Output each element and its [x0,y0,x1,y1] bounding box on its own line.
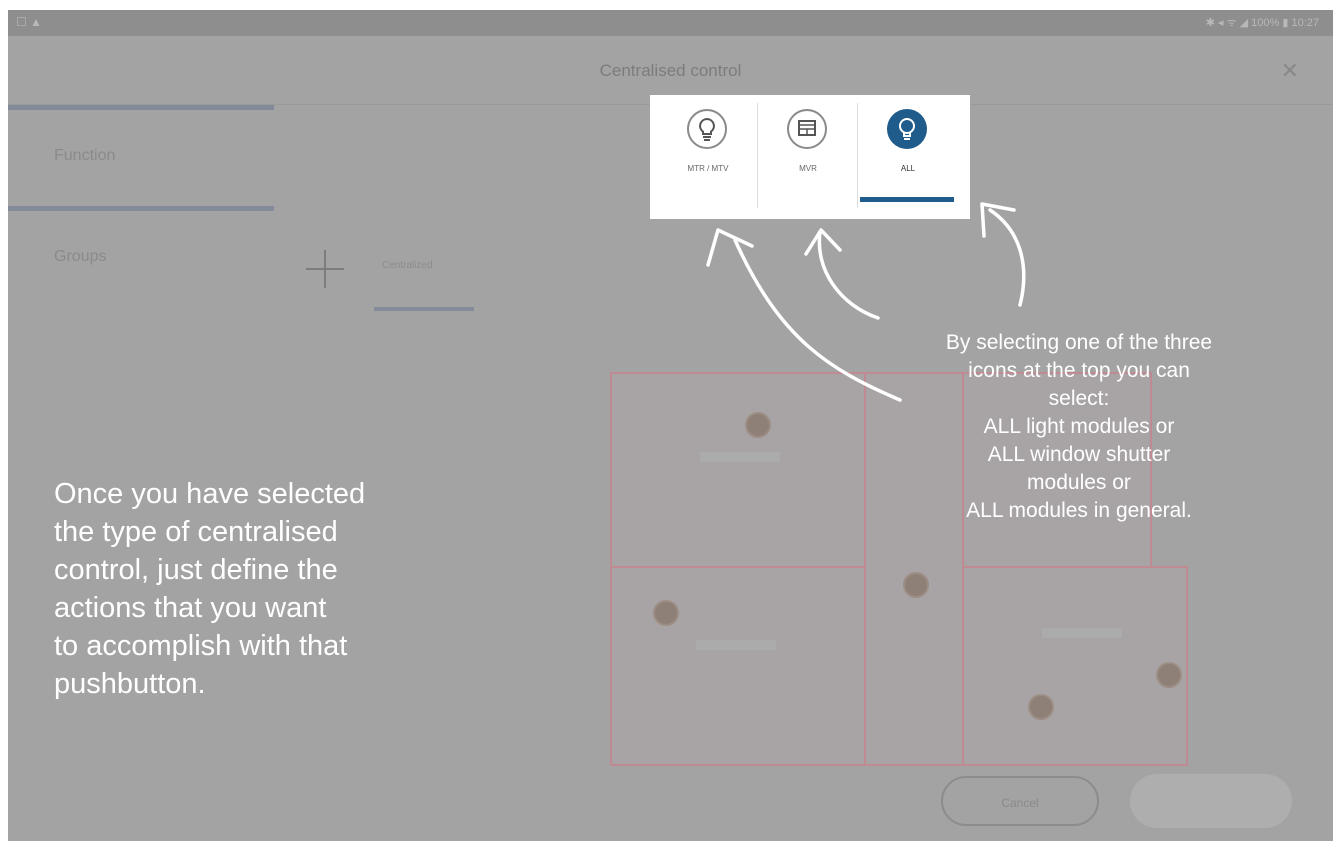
page-title: Centralised control [599,61,742,80]
tab-label: ALL [900,164,916,173]
window-shutter-icon [787,109,827,149]
callout-line: actions that you want [54,592,327,624]
callout-line: control, just define the [54,554,338,586]
group-tab-centralized[interactable]: Centralized [374,250,474,314]
light-module-icon[interactable] [903,572,929,598]
callout-line: select: [1048,387,1110,410]
confirm-button[interactable] [1130,774,1292,828]
tab-mtr-mtv[interactable]: MTR / MTV [658,103,758,208]
callout-line: By selecting one of the three [945,331,1213,354]
room[interactable] [610,566,868,766]
shutter-module-icon[interactable] [1028,694,1054,720]
tab-all[interactable]: ALL [858,103,958,208]
sidebar-item-label: Groups [54,248,107,265]
callout-line: the type of centralised [54,516,338,548]
sidebar-divider [8,206,274,211]
room[interactable] [962,566,1188,766]
group-tab-underline [374,307,474,311]
module-type-selector: MTR / MTV MVR ALL [650,95,970,219]
callout-line: pushbutton. [54,668,206,700]
shutter-module-icon[interactable] [1156,662,1182,688]
tab-mvr[interactable]: MVR [758,103,858,208]
cancel-button[interactable]: Cancel [941,776,1099,826]
callout-line: ALL window shutter [987,443,1171,466]
room[interactable] [610,372,868,576]
callout-line: to accomplish with that [54,630,348,662]
selected-tab-indicator [860,197,954,202]
light-module-icon[interactable] [745,412,771,438]
tab-label: MTR / MTV [687,164,729,173]
status-bar: ☐ ▲ ✱ ◂ ᯤ ◢ 100% ▮ 10:27 [8,10,1333,36]
sidebar-item-function[interactable]: Function [8,105,274,201]
all-modules-icon [887,109,927,149]
callout-line: Once you have selected [54,478,366,510]
callout-line: ALL light modules or [983,415,1175,438]
close-icon[interactable]: ✕ [1281,58,1299,84]
sidebar-item-groups[interactable]: Groups [8,206,274,302]
room-label [1042,628,1122,638]
callout-line: icons at the top you can [968,359,1190,382]
callout-left: Once you have selected the type of centr… [54,475,494,703]
group-tab-label: Centralized [382,260,433,271]
callout-line: modules or [1027,471,1131,494]
callout-right: By selecting one of the three icons at t… [864,329,1294,525]
sidebar-item-label: Function [54,147,116,164]
callout-line: ALL modules in general. [966,499,1192,522]
room-label [700,452,780,462]
status-icons-right: ✱ ◂ ᯤ ◢ 100% ▮ 10:27 [1205,17,1319,29]
lightbulb-icon [687,109,727,149]
status-icons-left: ☐ ▲ [16,15,42,29]
light-module-icon[interactable] [653,600,679,626]
add-group-icon[interactable] [306,250,344,288]
tab-label: MVR [799,164,817,173]
room-label [696,640,776,650]
sidebar-divider [8,105,274,110]
